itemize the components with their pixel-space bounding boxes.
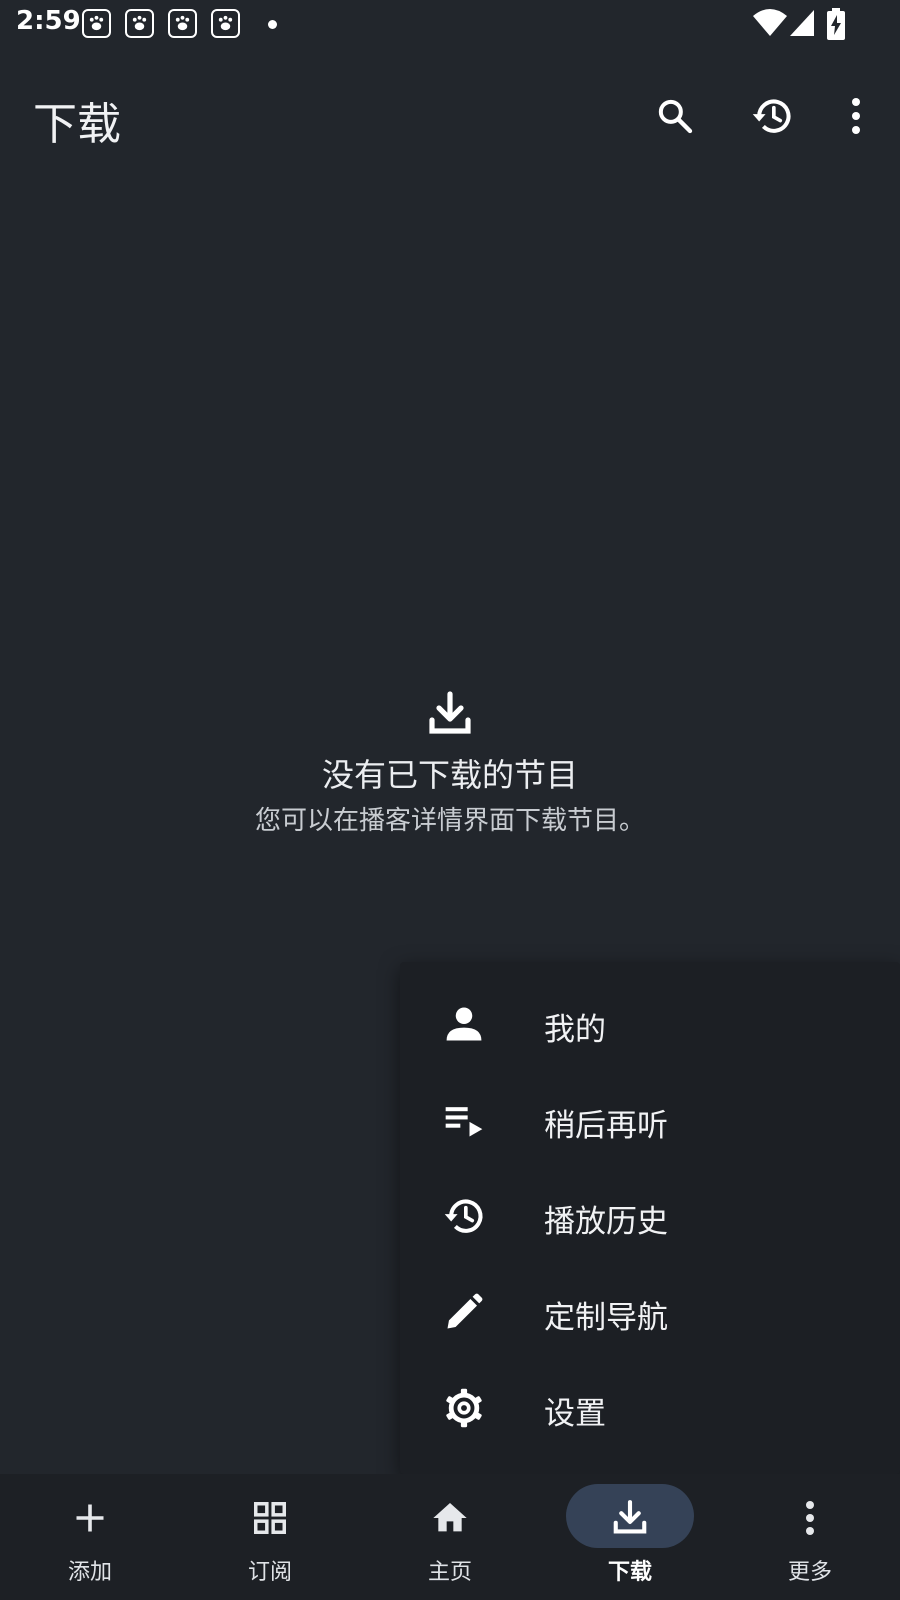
notification-dot	[268, 20, 277, 29]
playlist-play-icon	[442, 1098, 486, 1142]
baidu-paw-icon	[168, 9, 197, 38]
page-title: 下载	[33, 99, 121, 150]
download-icon	[429, 691, 471, 734]
battery-charging-icon	[827, 8, 845, 40]
baidu-paw-icon	[82, 9, 111, 38]
nav-item-home[interactable]: 主页	[360, 1474, 540, 1600]
menu-item-play-history[interactable]: 播放历史	[400, 1168, 900, 1264]
empty-state-title: 没有已下载的节目	[321, 756, 578, 794]
nav-item-more[interactable]: 更多	[720, 1474, 900, 1600]
home-icon	[360, 1488, 540, 1548]
cell-signal-icon	[790, 10, 814, 36]
search-button[interactable]	[645, 86, 705, 146]
empty-state: 没有已下载的节目 您可以在播客详情界面下载节目。	[0, 690, 900, 837]
nav-item-label: 主页	[427, 1560, 472, 1585]
more-vert-icon	[852, 98, 860, 134]
bottom-navigation: 添加 订阅 主页 下载 更多	[0, 1474, 900, 1600]
nav-item-label: 添加	[67, 1560, 112, 1585]
menu-item-label: 设置	[544, 1396, 606, 1432]
more-vert-icon	[720, 1488, 900, 1548]
nav-item-label: 下载	[607, 1560, 652, 1585]
nav-item-downloads[interactable]: 下载	[540, 1474, 720, 1600]
menu-item-label: 定制导航	[544, 1300, 668, 1336]
baidu-paw-icon	[125, 9, 154, 38]
history-button[interactable]	[742, 86, 802, 146]
menu-item-mine[interactable]: 我的	[400, 976, 900, 1072]
edit-pencil-icon	[442, 1290, 486, 1334]
person-icon	[442, 1002, 486, 1046]
menu-item-listen-later[interactable]: 稍后再听	[400, 1072, 900, 1168]
nav-item-label: 更多	[787, 1560, 832, 1585]
menu-item-label: 我的	[544, 1012, 606, 1048]
settings-gear-icon	[442, 1386, 486, 1430]
nav-item-label: 订阅	[247, 1560, 292, 1585]
menu-item-label: 稍后再听	[544, 1108, 668, 1144]
history-icon	[752, 99, 791, 133]
search-icon	[658, 99, 693, 134]
grid-icon	[180, 1488, 360, 1548]
add-icon	[0, 1488, 180, 1548]
download-icon	[540, 1488, 720, 1548]
app-bar: 下载	[0, 48, 900, 178]
history-icon	[442, 1194, 486, 1238]
wifi-icon	[753, 9, 787, 36]
status-bar: 2:59	[0, 0, 900, 48]
menu-item-customize-nav[interactable]: 定制导航	[400, 1264, 900, 1360]
nav-item-subscriptions[interactable]: 订阅	[180, 1474, 360, 1600]
empty-state-subtitle: 您可以在播客详情界面下载节目。	[254, 806, 645, 836]
overflow-menu: 我的 稍后再听 播放历史 定制导航 设置	[400, 962, 900, 1474]
menu-item-label: 播放历史	[544, 1204, 668, 1240]
baidu-paw-icon	[211, 9, 240, 38]
more-options-button[interactable]	[826, 86, 886, 146]
status-time: 2:59	[16, 6, 81, 36]
menu-item-settings[interactable]: 设置	[400, 1360, 900, 1456]
nav-item-add[interactable]: 添加	[0, 1474, 180, 1600]
